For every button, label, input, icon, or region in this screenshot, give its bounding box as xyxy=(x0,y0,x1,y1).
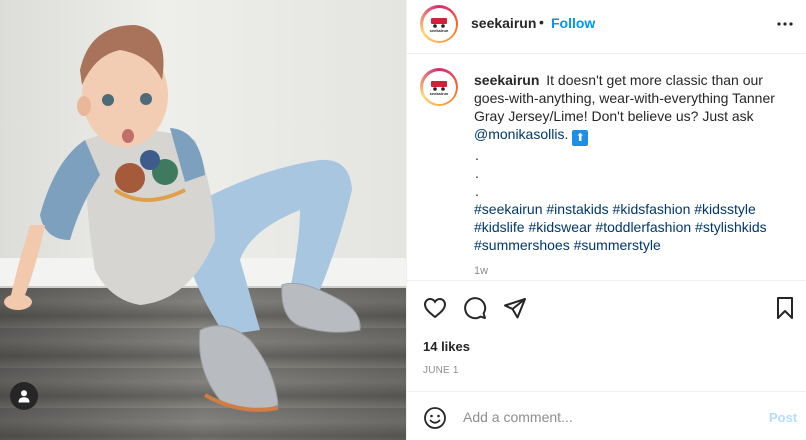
more-options-icon[interactable] xyxy=(773,12,797,36)
caption-dot: . xyxy=(475,147,479,163)
likes-count[interactable]: 14 likes xyxy=(423,339,470,354)
hashtag-link[interactable]: #stylishkids xyxy=(695,219,767,235)
comment-bar: Post xyxy=(407,391,806,440)
post-detail-panel: seekairun seekairun • Follow seekairun s… xyxy=(406,0,806,440)
wagon-logo-icon xyxy=(431,80,447,91)
hashtag-link[interactable]: #kidsfashion xyxy=(613,201,691,217)
comment-input[interactable] xyxy=(463,404,753,430)
bookmark-icon[interactable] xyxy=(773,296,797,320)
post-photo[interactable] xyxy=(0,0,406,440)
action-bar xyxy=(407,282,806,334)
hashtag-link[interactable]: #summershoes xyxy=(474,237,570,253)
hashtag-link[interactable]: #seekairun xyxy=(474,201,543,217)
caption-mention[interactable]: @monikasollis xyxy=(474,126,564,142)
wagon-logo-icon xyxy=(431,17,447,28)
follow-button[interactable]: Follow xyxy=(551,15,595,31)
hashtag-link[interactable]: #summerstyle xyxy=(574,237,661,253)
user-icon xyxy=(18,390,30,403)
caption-mention-period: . xyxy=(564,126,569,142)
emoji-icon[interactable] xyxy=(423,406,447,430)
comment-icon[interactable] xyxy=(463,296,487,320)
caption-age[interactable]: 1w xyxy=(474,265,488,277)
hashtag-link[interactable]: #kidsstyle xyxy=(694,201,755,217)
up-arrow-emoji-icon: ⬆ xyxy=(572,130,589,146)
caption-dot: . xyxy=(475,165,479,181)
heart-icon[interactable] xyxy=(423,296,447,320)
hashtag-link[interactable]: #kidswear xyxy=(528,219,591,235)
header-username[interactable]: seekairun xyxy=(471,15,536,31)
avatar-logo-text: seekairun xyxy=(429,27,449,33)
hashtag-link[interactable]: #instakids xyxy=(546,201,608,217)
share-icon[interactable] xyxy=(503,296,527,320)
caption-text: seekairun It doesn't get more classic th… xyxy=(474,71,792,254)
caption-dot: . xyxy=(475,183,479,199)
hashtag-link[interactable]: #toddlerfashion xyxy=(595,219,691,235)
post-date[interactable]: JUNE 1 xyxy=(423,365,459,376)
avatar[interactable]: seekairun xyxy=(420,5,458,43)
hashtag-list: #seekairun #instakids #kidsfashion #kids… xyxy=(474,200,792,254)
avatar-logo-text: seekairun xyxy=(429,90,449,96)
caption-section: seekairun seekairun It doesn't get more … xyxy=(407,55,806,281)
caption-username[interactable]: seekairun xyxy=(474,72,539,88)
post-header: seekairun seekairun • Follow xyxy=(407,0,806,54)
hashtag-link[interactable]: #kidslife xyxy=(474,219,525,235)
child-illustration xyxy=(4,25,361,412)
post-comment-button[interactable]: Post xyxy=(769,410,797,425)
tagged-users-button[interactable] xyxy=(10,382,38,410)
header-separator: • xyxy=(539,14,544,30)
caption-avatar[interactable]: seekairun xyxy=(420,68,458,106)
